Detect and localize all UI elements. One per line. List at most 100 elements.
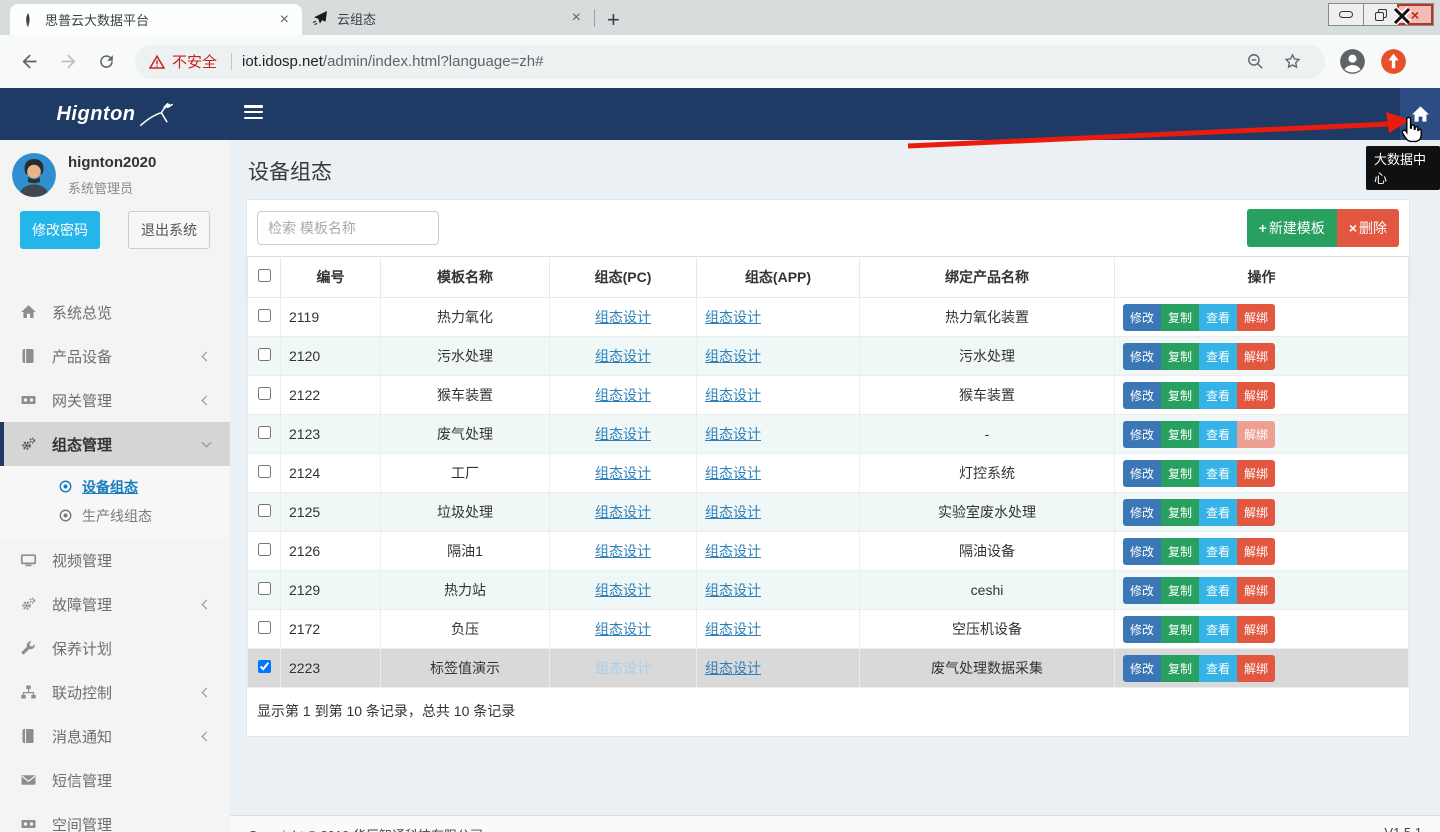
bookmark-star-icon[interactable] [1283,52,1302,71]
tab-close-button[interactable]: × [569,9,584,27]
new-tab-button[interactable]: + [607,9,620,31]
pc-config-link[interactable]: 组态设计 [595,309,651,325]
browser-tab-inactive[interactable]: 云组态 × [302,1,594,35]
unbind-button[interactable]: 解绑 [1237,421,1275,448]
new-template-button[interactable]: +新建模板 [1247,209,1337,247]
edit-button[interactable]: 修改 [1123,538,1161,565]
pc-config-link[interactable]: 组态设计 [595,621,651,637]
pc-config-link[interactable]: 组态设计 [595,582,651,598]
browser-profile-icon[interactable] [1339,48,1366,75]
app-config-link[interactable]: 组态设计 [705,426,761,442]
copy-button[interactable]: 复制 [1161,460,1199,487]
row-checkbox[interactable] [258,582,271,595]
browser-tab-active[interactable]: 思普云大数据平台 × [10,4,302,35]
unbind-button[interactable]: 解绑 [1237,616,1275,643]
sidebar-item-system-overview[interactable]: 系统总览 [0,290,230,334]
url-text[interactable]: iot.idosp.net/admin/index.html?language=… [242,53,543,70]
view-button[interactable]: 查看 [1199,538,1237,565]
sidebar-item-video-mgmt[interactable]: 视频管理 [0,538,230,582]
pc-config-link[interactable]: 组态设计 [595,660,651,676]
view-button[interactable]: 查看 [1199,421,1237,448]
app-config-link[interactable]: 组态设计 [705,621,761,637]
sidebar-item-space-mgmt[interactable]: 空间管理 [0,802,230,832]
row-checkbox[interactable] [258,621,271,634]
pc-config-link[interactable]: 组态设计 [595,504,651,520]
view-button[interactable]: 查看 [1199,382,1237,409]
minimize-button[interactable] [1329,4,1363,25]
hamburger-menu-icon[interactable] [244,105,263,122]
app-config-link[interactable]: 组态设计 [705,582,761,598]
copy-button[interactable]: 复制 [1161,616,1199,643]
edit-button[interactable]: 修改 [1123,460,1161,487]
sidebar-subitem-device-config[interactable]: 设备组态 [0,472,230,501]
back-button[interactable] [19,51,40,72]
row-checkbox[interactable] [258,504,271,517]
edit-button[interactable]: 修改 [1123,655,1161,682]
edit-button[interactable]: 修改 [1123,421,1161,448]
app-config-link[interactable]: 组态设计 [705,660,761,676]
sidebar-item-message-notify[interactable]: 消息通知 [0,714,230,758]
unbind-button[interactable]: 解绑 [1237,343,1275,370]
delete-button[interactable]: ×删除 [1337,209,1399,247]
select-all-checkbox[interactable] [258,269,271,282]
view-button[interactable]: 查看 [1199,343,1237,370]
address-bar[interactable]: 不安全 iot.idosp.net/admin/index.html?langu… [135,45,1325,79]
app-config-link[interactable]: 组态设计 [705,387,761,403]
edit-button[interactable]: 修改 [1123,499,1161,526]
copy-button[interactable]: 复制 [1161,343,1199,370]
sidebar-item-gateway-mgmt[interactable]: 网关管理 [0,378,230,422]
view-button[interactable]: 查看 [1199,655,1237,682]
row-checkbox[interactable] [258,348,271,361]
extension-arrow-icon[interactable] [1380,48,1407,75]
app-config-link[interactable]: 组态设计 [705,504,761,520]
edit-button[interactable]: 修改 [1123,577,1161,604]
row-checkbox[interactable] [258,426,271,439]
view-button[interactable]: 查看 [1199,304,1237,331]
sidebar-item-maintenance-plan[interactable]: 保养计划 [0,626,230,670]
row-checkbox[interactable] [258,387,271,400]
row-checkbox[interactable] [258,465,271,478]
sidebar-item-config-mgmt[interactable]: 组态管理 [0,422,230,466]
pc-config-link[interactable]: 组态设计 [595,543,651,559]
copy-button[interactable]: 复制 [1161,499,1199,526]
pc-config-link[interactable]: 组态设计 [595,426,651,442]
unbind-button[interactable]: 解绑 [1237,499,1275,526]
refresh-button[interactable] [97,52,116,71]
copy-button[interactable]: 复制 [1161,655,1199,682]
unbind-button[interactable]: 解绑 [1237,577,1275,604]
edit-button[interactable]: 修改 [1123,343,1161,370]
sidebar-item-product-device[interactable]: 产品设备 [0,334,230,378]
sidebar-item-linkage-control[interactable]: 联动控制 [0,670,230,714]
view-button[interactable]: 查看 [1199,460,1237,487]
edit-button[interactable]: 修改 [1123,304,1161,331]
copy-button[interactable]: 复制 [1161,538,1199,565]
security-warning-label[interactable]: 不安全 [172,51,217,72]
edit-button[interactable]: 修改 [1123,616,1161,643]
zoom-out-icon[interactable] [1246,52,1265,71]
unbind-button[interactable]: 解绑 [1237,655,1275,682]
forward-button[interactable] [58,51,79,72]
view-button[interactable]: 查看 [1199,499,1237,526]
view-button[interactable]: 查看 [1199,616,1237,643]
logout-button[interactable]: 退出系统 [128,211,210,249]
sidebar-item-sms-mgmt[interactable]: 短信管理 [0,758,230,802]
row-checkbox[interactable] [258,309,271,322]
app-config-link[interactable]: 组态设计 [705,309,761,325]
pc-config-link[interactable]: 组态设计 [595,465,651,481]
unbind-button[interactable]: 解绑 [1237,460,1275,487]
copy-button[interactable]: 复制 [1161,421,1199,448]
sidebar-subitem-production-line-config[interactable]: 生产线组态 [0,501,230,530]
pc-config-link[interactable]: 组态设计 [595,387,651,403]
row-checkbox[interactable] [258,543,271,556]
copy-button[interactable]: 复制 [1161,382,1199,409]
app-config-link[interactable]: 组态设计 [705,543,761,559]
search-input[interactable] [257,211,439,245]
view-button[interactable]: 查看 [1199,577,1237,604]
change-password-button[interactable]: 修改密码 [20,211,100,249]
unbind-button[interactable]: 解绑 [1237,538,1275,565]
unbind-button[interactable]: 解绑 [1237,382,1275,409]
tab-close-button[interactable]: × [277,11,292,29]
pc-config-link[interactable]: 组态设计 [595,348,651,364]
sidebar-item-fault-mgmt[interactable]: 故障管理 [0,582,230,626]
unbind-button[interactable]: 解绑 [1237,304,1275,331]
